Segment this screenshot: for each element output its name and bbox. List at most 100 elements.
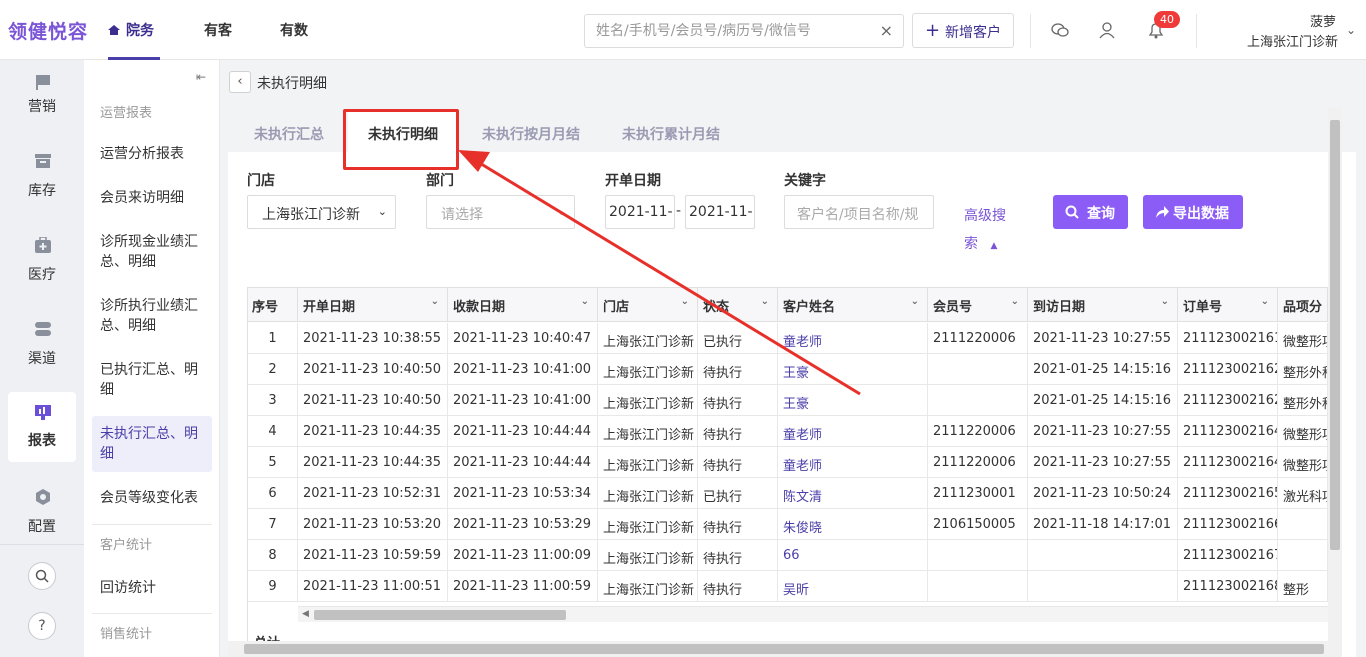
scroll-thumb[interactable] <box>244 644 1324 654</box>
chevron-down-icon[interactable]: ⌄ <box>1011 296 1019 307</box>
sidebar-item-unexecuted[interactable]: 未执行汇总、明细 <box>92 416 212 472</box>
customer-link[interactable]: 童老师 <box>778 323 928 354</box>
scroll-thumb[interactable] <box>314 610 566 620</box>
column-header-seq[interactable]: 序号 <box>248 288 298 322</box>
back-button[interactable]: ‹ <box>229 71 251 93</box>
chevron-down-icon[interactable]: ⌄ <box>911 296 919 307</box>
module-report[interactable]: 报表 <box>8 392 76 462</box>
column-header-label: 序号 <box>252 300 279 315</box>
sidebar-item-revisit[interactable]: 回访统计 <box>92 578 212 598</box>
customer-link[interactable]: 朱俊晓 <box>778 509 928 540</box>
chevron-down-icon[interactable]: ⌄ <box>1261 296 1269 307</box>
chevron-down-icon[interactable]: ⌄ <box>1346 23 1356 37</box>
customer-link[interactable]: 吴昕 <box>778 571 928 602</box>
scroll-thumb[interactable] <box>1330 120 1340 550</box>
customer-link[interactable]: 童老师 <box>778 447 928 478</box>
table-cell: 2021-11-23 11:00:59 <box>448 571 598 602</box>
user-icon[interactable] <box>1098 20 1118 40</box>
query-button[interactable]: 查询 <box>1053 195 1128 229</box>
table-cell: 2021-11-23 10:50:24 <box>1028 478 1178 509</box>
chevron-down-icon[interactable]: ⌄ <box>681 296 689 307</box>
table-cell: 2021-11-18 14:17:01 <box>1028 509 1178 540</box>
box-icon <box>35 154 51 168</box>
chevron-down-icon[interactable]: ⌄ <box>431 296 439 307</box>
customer-link[interactable]: 66 <box>778 540 928 571</box>
chevron-down-icon[interactable]: ⌄ <box>761 296 769 307</box>
sidebar-item-cash-performance[interactable]: 诊所现金业绩汇总、明细 <box>92 232 212 272</box>
customer-link[interactable]: 王豪 <box>778 354 928 385</box>
module-inventory[interactable]: 库存 <box>0 150 84 220</box>
collapse-icon[interactable]: ⇤ <box>196 70 206 84</box>
nav-yuanwu[interactable]: 院务 <box>126 20 154 40</box>
export-button[interactable]: 导出数据 <box>1143 195 1243 229</box>
table-cell: 2021-11-23 10:44:35 <box>298 416 448 447</box>
store-select[interactable]: 上海张江门诊新 ⌄ <box>247 195 396 229</box>
tab-monthly[interactable]: 未执行按月月结 <box>482 124 580 144</box>
table-cell: 2021-11-23 10:27:55 <box>1028 323 1178 354</box>
customer-link[interactable]: 陈文清 <box>778 478 928 509</box>
sidebar-item-exec-performance[interactable]: 诊所执行业绩汇总、明细 <box>92 296 212 336</box>
table-cell: 整形外科 <box>1278 385 1328 416</box>
table-cell: 待执行 <box>698 385 778 416</box>
user-shop[interactable]: 上海张江门诊新 <box>1247 31 1338 50</box>
table-cell: 2021-11-23 10:44:44 <box>448 416 598 447</box>
table-cell <box>1278 509 1328 540</box>
date-from-input[interactable]: 2021-11-23 <box>605 195 675 229</box>
scroll-left-icon[interactable]: ◀ <box>302 609 309 619</box>
nav-youke[interactable]: 有客 <box>204 20 232 40</box>
table-cell: 微整形项 <box>1278 323 1328 354</box>
module-channel[interactable]: 渠道 <box>0 318 84 388</box>
table-cell: 1 <box>248 323 298 354</box>
search-icon <box>1065 205 1079 219</box>
divider <box>1030 14 1031 48</box>
date-to-input[interactable]: 2021-11-23 <box>685 195 755 229</box>
help-icon[interactable]: ? <box>28 612 56 640</box>
column-header-category[interactable]: 品项分 <box>1278 288 1328 322</box>
table-cell: 2021-11-23 10:53:34 <box>448 478 598 509</box>
table-cell: 2021-11-23 10:27:55 <box>1028 447 1178 478</box>
clear-icon[interactable]: × <box>880 21 893 40</box>
column-header-open-date[interactable]: 开单日期 ⌄ <box>298 288 448 322</box>
sidebar-item-executed[interactable]: 已执行汇总、明细 <box>92 360 212 400</box>
tab-summary[interactable]: 未执行汇总 <box>254 124 324 144</box>
search-input[interactable] <box>596 22 866 40</box>
chevron-down-icon[interactable]: ⌄ <box>581 296 589 307</box>
dept-select[interactable]: 请选择 ⌄ <box>426 195 575 229</box>
page-h-scrollbar[interactable] <box>228 641 1342 657</box>
module-medical[interactable]: 医疗 <box>0 234 84 304</box>
report-sidebar: ⇤ 运营报表 运营分析报表 会员来访明细 诊所现金业绩汇总、明细 诊所执行业绩汇… <box>84 60 220 657</box>
column-header-customer[interactable]: 客户姓名 ⌄ <box>778 288 928 322</box>
column-header-member-no[interactable]: 会员号 ⌄ <box>928 288 1028 322</box>
sidebar-item-member-level[interactable]: 会员等级变化表 <box>92 488 212 508</box>
module-marketing[interactable]: 营销 <box>0 66 84 136</box>
column-header-pay-date[interactable]: 收款日期 ⌄ <box>448 288 598 322</box>
keyword-input[interactable]: 客户名/项目名称/规 <box>784 195 934 229</box>
table-cell: 2111220006 <box>928 416 1028 447</box>
global-search: × <box>584 14 904 48</box>
column-header-store[interactable]: 门店 ⌄ <box>598 288 698 322</box>
advanced-search-link[interactable]: 高级搜索 ▲ <box>964 202 1014 260</box>
table-cell: 待执行 <box>698 354 778 385</box>
sidebar-item-ops-analysis[interactable]: 运营分析报表 <box>92 144 212 164</box>
column-header-label: 开单日期 <box>303 300 356 315</box>
table-h-scrollbar[interactable]: ◀ ▶ <box>298 606 1340 622</box>
tab-cumulative[interactable]: 未执行累计月结 <box>622 124 720 144</box>
page-v-scrollbar[interactable] <box>1328 108 1342 645</box>
user-name[interactable]: 菠萝 <box>1310 11 1336 30</box>
table-cell <box>928 354 1028 385</box>
column-header-order-no[interactable]: 订单号 ⌄ <box>1178 288 1278 322</box>
nav-youshu[interactable]: 有数 <box>280 20 308 40</box>
table-cell: 2021-11-23 10:27:55 <box>1028 416 1178 447</box>
customer-link[interactable]: 王豪 <box>778 385 928 416</box>
sidebar-item-member-visit[interactable]: 会员来访明细 <box>92 188 212 208</box>
table-cell: 待执行 <box>698 447 778 478</box>
chevron-down-icon[interactable]: ⌄ <box>1161 296 1169 307</box>
table-cell: 待执行 <box>698 540 778 571</box>
new-customer-button[interactable]: + 新增客户 <box>912 13 1014 48</box>
module-config[interactable]: 配置 <box>0 486 84 556</box>
column-header-visit-date[interactable]: 到访日期 ⌄ <box>1028 288 1178 322</box>
customer-link[interactable]: 童老师 <box>778 416 928 447</box>
column-header-status[interactable]: 状态 ⌄ <box>698 288 778 322</box>
chat-icon[interactable] <box>1050 20 1070 40</box>
search-icon[interactable] <box>28 562 56 590</box>
